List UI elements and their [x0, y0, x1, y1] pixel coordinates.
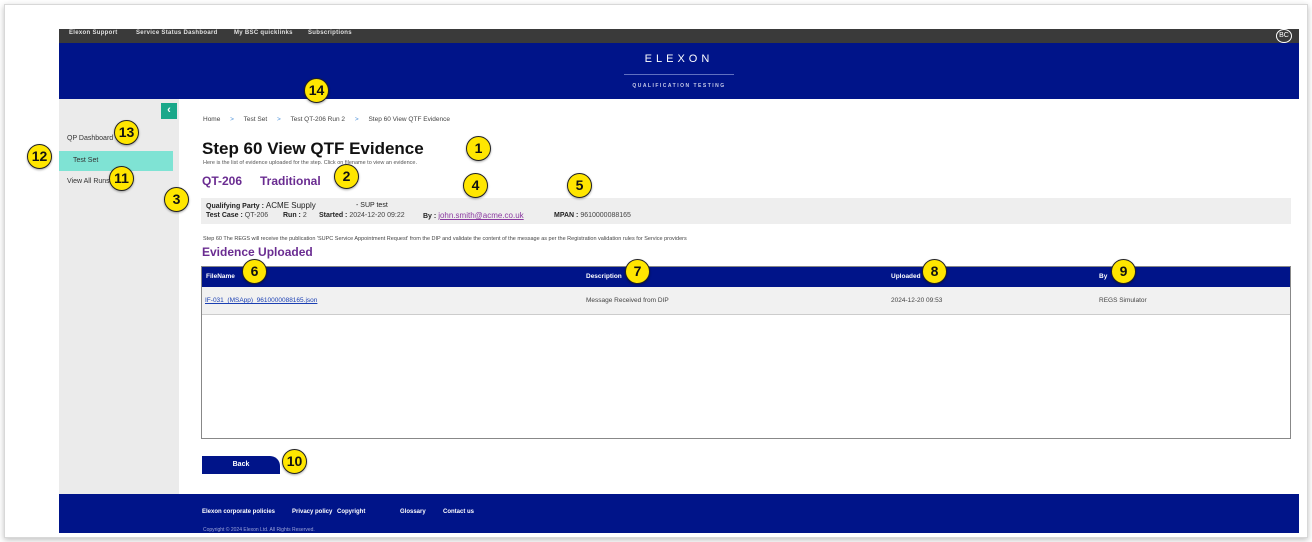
mpan: MPAN : 9610000088165 — [554, 212, 631, 219]
site-header: ELEXON QUALIFICATION TESTING — [59, 43, 1299, 99]
sidebar-collapse-button[interactable]: ‹ — [161, 103, 177, 119]
logo-divider — [624, 74, 734, 75]
run-by: By : john.smith@acme.co.uk — [423, 211, 524, 220]
user-email-link[interactable]: john.smith@acme.co.uk — [438, 211, 524, 220]
column-header-description[interactable]: Description — [586, 267, 622, 287]
evidence-file-link[interactable]: IF-031_(MSApp)_9610000088165.json — [205, 287, 317, 315]
footer-link-policies[interactable]: Elexon corporate policies — [202, 509, 275, 515]
header-subtitle: QUALIFICATION TESTING — [632, 83, 726, 89]
column-header-filename[interactable]: FileName — [206, 267, 235, 287]
breadcrumb-test-run[interactable]: Test QT-206 Run 2 — [290, 116, 345, 123]
callout-marker-10: 10 — [282, 449, 307, 474]
callout-marker-11: 11 — [109, 166, 134, 191]
callout-marker-1: 1 — [466, 136, 491, 161]
chevron-right-icon: > — [354, 116, 359, 123]
callout-marker-9: 9 — [1111, 259, 1136, 284]
user-avatar[interactable]: BC — [1276, 29, 1292, 43]
callout-marker-2: 2 — [334, 164, 359, 189]
callout-marker-4: 4 — [463, 173, 488, 198]
chevron-right-icon: > — [276, 116, 281, 123]
test-info-panel: Qualifying Party : ACME Supply - SUP tes… — [201, 198, 1291, 224]
evidence-by: REGS Simulator — [1099, 297, 1147, 304]
elexon-logo[interactable]: ELEXON — [59, 53, 1299, 65]
util-link-quicklinks[interactable]: My BSC quicklinks — [234, 30, 293, 36]
app-page: Elexon Support Service Status Dashboard … — [59, 29, 1299, 533]
callout-marker-12: 12 — [27, 144, 52, 169]
util-link-status[interactable]: Service Status Dashboard — [136, 30, 218, 36]
breadcrumb-current: Step 60 View QTF Evidence — [368, 116, 450, 123]
footer-link-contact[interactable]: Contact us — [443, 509, 474, 515]
sup-label: - SUP test — [356, 202, 388, 209]
qt-type: Traditional — [260, 174, 321, 188]
page-description: Here is the list of evidence uploaded fo… — [203, 160, 418, 166]
run-number: Run : 2 — [283, 212, 307, 219]
column-header-by[interactable]: By — [1099, 267, 1107, 287]
evidence-section-title: Evidence Uploaded — [202, 245, 313, 259]
callout-marker-8: 8 — [922, 259, 947, 284]
evidence-table: FileName Description Uploaded By IF-031_… — [201, 266, 1291, 439]
back-button[interactable]: Back — [202, 456, 280, 474]
chevron-right-icon: > — [230, 116, 234, 123]
util-link-subscriptions[interactable]: Subscriptions — [308, 30, 352, 36]
callout-marker-5: 5 — [567, 173, 592, 198]
evidence-uploaded: 2024-12-20 09:53 — [891, 297, 943, 304]
test-case: Test Case : QT-206 — [206, 212, 269, 219]
started-time: Started : 2024-12-20 09:22 — [319, 212, 405, 219]
callout-marker-13: 13 — [114, 120, 139, 145]
qt-code: QT-206 — [202, 174, 243, 188]
breadcrumb: Home > Test Set > Test QT-206 Run 2 > St… — [203, 116, 450, 126]
step-description: Step 60 The REGS will receive the public… — [203, 236, 687, 242]
callout-marker-7: 7 — [625, 259, 650, 284]
utility-nav-bar: Elexon Support Service Status Dashboard … — [59, 29, 1299, 43]
evidence-description: Message Received from DIP — [586, 297, 669, 304]
footer-link-copyright[interactable]: Copyright — [337, 509, 365, 515]
footer-link-privacy[interactable]: Privacy policy — [292, 509, 332, 515]
callout-marker-3: 3 — [164, 187, 189, 212]
site-footer: Elexon corporate policies Privacy policy… — [59, 494, 1299, 533]
page-title: Step 60 View QTF Evidence — [202, 139, 424, 158]
chevron-left-icon: ‹ — [167, 104, 171, 116]
callout-marker-6: 6 — [242, 259, 267, 284]
sidebar: ‹ QP Dashboard Test Set View All Runs — [59, 99, 179, 494]
table-row: IF-031_(MSApp)_9610000088165.json Messag… — [202, 287, 1290, 315]
footer-copyright: Copyright © 2024 Elexon Ltd. All Rights … — [203, 527, 315, 533]
footer-link-glossary[interactable]: Glossary — [400, 509, 426, 515]
qualifying-party: Qualifying Party : ACME Supply — [206, 201, 316, 210]
breadcrumb-test-set[interactable]: Test Set — [244, 116, 267, 123]
breadcrumb-home[interactable]: Home — [203, 116, 220, 123]
util-link-support[interactable]: Elexon Support — [69, 30, 118, 36]
column-header-uploaded[interactable]: Uploaded — [891, 267, 921, 287]
callout-marker-14: 14 — [304, 78, 329, 103]
